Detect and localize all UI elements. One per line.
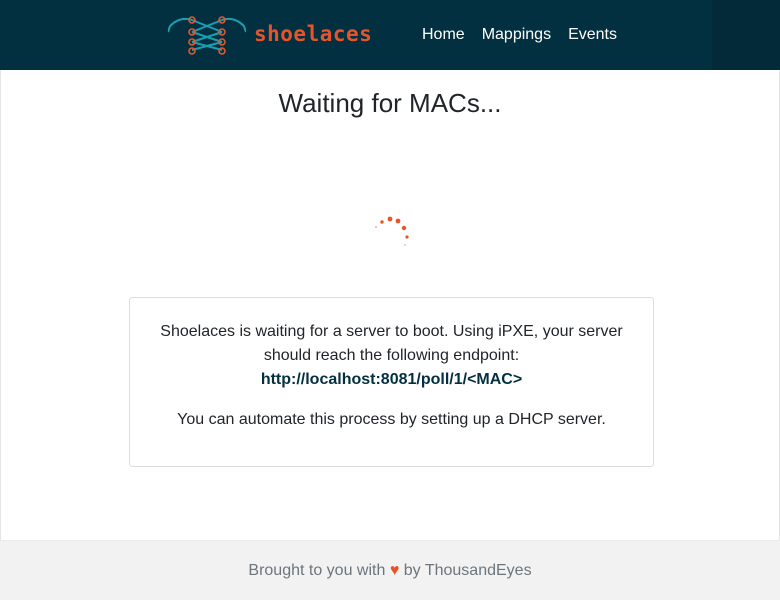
- heart-icon: ♥: [389, 562, 400, 579]
- card-message-text: Shoelaces is waiting for a server to boo…: [160, 323, 623, 364]
- nav-mappings-link[interactable]: Mappings: [482, 26, 551, 44]
- footer-suffix: by ThousandEyes: [403, 562, 532, 579]
- footer-prefix: Brought to you with: [248, 562, 386, 579]
- brand-name: shoelaces: [254, 22, 373, 46]
- navbar: shoelaces Home Mappings Events: [0, 0, 780, 70]
- card-note: You can automate this process by setting…: [177, 411, 606, 428]
- shoelaces-logo-icon: [168, 16, 246, 55]
- footer: Brought to you with ♥ by ThousandEyes: [0, 540, 780, 600]
- card-message: Shoelaces is waiting for a server to boo…: [158, 320, 625, 392]
- endpoint-link[interactable]: http://localhost:8081/poll/1/<MAC>: [158, 368, 625, 392]
- nav-links: Home Mappings Events: [422, 0, 634, 70]
- nav-events-link[interactable]: Events: [568, 26, 617, 44]
- navbar-shade: [712, 0, 780, 70]
- brand-link[interactable]: shoelaces: [168, 12, 372, 56]
- info-card: Shoelaces is waiting for a server to boo…: [129, 297, 654, 467]
- loading-spinner-icon: [375, 216, 409, 246]
- nav-home-link[interactable]: Home: [422, 26, 465, 44]
- page-title: Waiting for MACs...: [278, 88, 502, 118]
